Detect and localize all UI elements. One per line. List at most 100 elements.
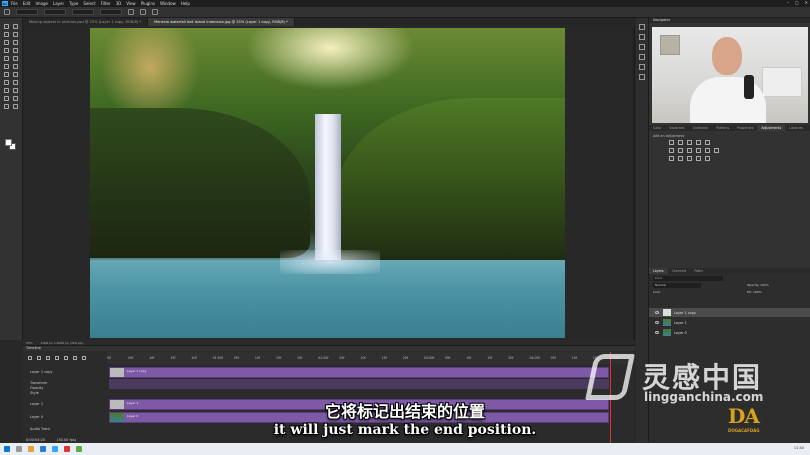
start-icon[interactable] [4,446,10,452]
hue-saturation-icon[interactable] [669,148,674,153]
move-tool-icon[interactable] [4,24,9,29]
foreground-color-swatch[interactable] [5,139,12,146]
track-label-style[interactable]: Style [23,391,107,395]
split-icon[interactable] [82,356,86,360]
first-frame-icon[interactable] [28,356,32,360]
menu-window[interactable]: Window [160,1,176,6]
healing-tool-icon[interactable] [13,48,18,53]
height-field[interactable] [44,9,66,15]
prev-frame-icon[interactable] [37,356,41,360]
history-brush-icon[interactable] [4,64,9,69]
eye-icon[interactable] [655,311,659,314]
warp-icon[interactable] [128,9,134,15]
crop-tool-icon[interactable] [4,40,9,45]
menu-type[interactable]: Type [69,1,78,6]
menu-view[interactable]: View [126,1,136,6]
track-label-opacity[interactable]: Opacity [23,386,107,390]
layer-row[interactable]: Layer 1 copy [649,308,810,317]
channel-mixer-icon[interactable] [705,148,710,153]
clip-layer1copy[interactable]: Layer 1 copy [109,367,609,378]
menu-help[interactable]: Help [181,1,190,6]
tab-color[interactable]: Color [649,125,665,131]
threshold-icon[interactable] [687,156,692,161]
tab-adjustments[interactable]: Adjustments [757,125,786,131]
play-icon[interactable] [46,356,50,360]
zoom-tool-icon[interactable] [4,104,9,109]
blur-tool-icon[interactable] [13,72,18,77]
tab-gradients[interactable]: Gradients [689,125,713,131]
eye-icon[interactable] [655,331,659,334]
zoom-level[interactable]: 25% [26,341,33,345]
menu-file[interactable]: File [11,1,18,6]
curves-icon[interactable] [687,140,692,145]
tab-layers[interactable]: Layers [649,268,668,274]
lasso-tool-icon[interactable] [4,32,9,37]
explorer-icon[interactable] [28,446,34,452]
properties-icon[interactable] [639,34,645,40]
paragraph-icon[interactable] [639,64,645,70]
dodge-tool-icon[interactable] [4,80,9,85]
character-icon[interactable] [639,54,645,60]
layer-filter-kind[interactable]: Kind [653,276,723,281]
fill-control[interactable]: Fill: 100% [747,290,762,294]
browser-icon[interactable] [40,446,46,452]
tab-moving-objects[interactable]: Moving objects in pictures.psd @ 25% (La… [23,18,149,26]
layer-row[interactable]: Layer 0 [649,328,810,337]
stamp-tool-icon[interactable] [13,56,18,61]
skew-field[interactable] [100,9,122,15]
blend-mode-select[interactable]: Normal [653,283,701,288]
keyframe-strip[interactable] [109,379,609,389]
search-icon[interactable] [16,446,22,452]
tab-waterfall[interactable]: Menesia waterfall bali island indonesia.… [148,18,295,26]
hand-tool-icon[interactable] [13,96,18,101]
track-label-transform[interactable]: Transform [23,381,107,385]
menu-select[interactable]: Select [83,1,95,6]
opacity-control[interactable]: Opacity: 100% [747,283,769,287]
cancel-transform-icon[interactable] [140,9,146,15]
lock-controls[interactable]: Lock: [653,290,661,294]
waterfall-photo[interactable] [90,28,565,338]
pen-tool-icon[interactable] [13,80,18,85]
minimize-icon[interactable]: – [787,0,789,5]
quick-select-tool-icon[interactable] [13,32,18,37]
menu-plugins[interactable]: Plugins [141,1,155,6]
path-select-tool-icon[interactable] [13,88,18,93]
tab-properties[interactable]: Properties [733,125,757,131]
eye-icon[interactable] [655,321,659,324]
menu-edit[interactable]: Edit [23,1,31,6]
menu-3d[interactable]: 3D [116,1,122,6]
audio-icon[interactable] [64,356,68,360]
settings-icon[interactable] [73,356,77,360]
color-lookup-icon[interactable] [714,148,719,153]
gradient-map-icon[interactable] [696,156,701,161]
menu-image[interactable]: Image [35,1,48,6]
tool-preset-icon[interactable] [4,9,10,15]
tab-swatches[interactable]: Swatches [665,125,688,131]
tab-channels[interactable]: Channels [668,268,691,274]
tab-libraries[interactable]: Libraries [785,125,807,131]
more-tools-icon[interactable] [13,104,18,109]
track-label-layer1copy[interactable]: Layer 1 copy [23,370,107,374]
timeline-ruler[interactable]: 00 05f 10f 15f 20f 01:00f 05f 10f 15f 20… [107,352,635,364]
brightness-icon[interactable] [669,140,674,145]
frame-tool-icon[interactable] [13,40,18,45]
commit-transform-icon[interactable] [152,9,158,15]
eraser-tool-icon[interactable] [13,64,18,69]
info-icon[interactable] [639,74,645,80]
levels-icon[interactable] [678,140,683,145]
brush-settings-icon[interactable] [639,44,645,50]
gradient-tool-icon[interactable] [4,72,9,77]
tab-paths[interactable]: Paths [690,268,707,274]
marquee-tool-icon[interactable] [13,24,18,29]
canvas-area[interactable] [23,26,635,340]
next-frame-icon[interactable] [55,356,59,360]
app-icon[interactable] [76,446,82,452]
exposure-icon[interactable] [696,140,701,145]
close-icon[interactable]: ✕ [805,0,808,5]
menu-layer[interactable]: Layer [53,1,64,6]
menu-filter[interactable]: Filter [101,1,111,6]
photo-filter-icon[interactable] [696,148,701,153]
posterize-icon[interactable] [678,156,683,161]
maximize-icon[interactable]: ▢ [795,0,799,5]
shape-tool-icon[interactable] [4,96,9,101]
